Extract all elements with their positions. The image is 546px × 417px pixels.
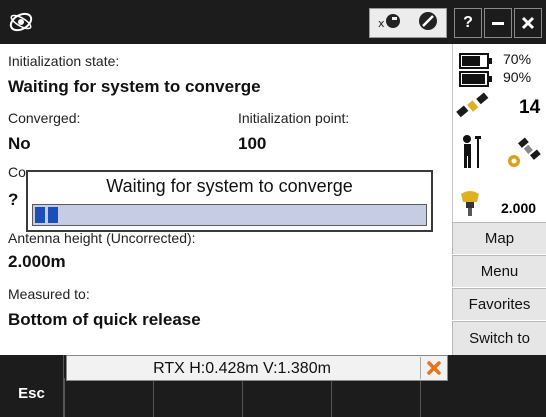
minimize-icon bbox=[492, 22, 504, 25]
minimize-button[interactable] bbox=[484, 8, 512, 38]
measured-to-label: Measured to: bbox=[8, 286, 90, 302]
rtx-satellite-icon: x bbox=[378, 11, 402, 36]
progress-segment bbox=[48, 207, 58, 223]
help-button[interactable]: ? bbox=[454, 8, 482, 38]
satellite-icon bbox=[455, 90, 491, 129]
dialog-title: Waiting for system to converge bbox=[106, 176, 353, 196]
convergence-progress-bar bbox=[32, 204, 427, 226]
map-button-label: Map bbox=[484, 230, 515, 247]
progress-fill bbox=[35, 207, 58, 223]
function-key-5[interactable] bbox=[420, 378, 452, 417]
antenna-height-readout: 2.000 bbox=[501, 200, 537, 216]
rtx-precision-text: RTX H:0.428m V:1.380m bbox=[153, 360, 331, 377]
init-state-value: Waiting for system to converge bbox=[8, 77, 261, 96]
function-key-2[interactable] bbox=[153, 378, 242, 417]
close-icon bbox=[521, 16, 535, 30]
rover-satellite-icon bbox=[503, 136, 541, 175]
battery-1-percent: 70% bbox=[503, 51, 532, 67]
function-key-3[interactable] bbox=[242, 378, 331, 417]
function-key-1[interactable] bbox=[64, 378, 153, 417]
no-entry-icon bbox=[417, 10, 439, 37]
battery-2-percent: 90% bbox=[503, 69, 532, 85]
gnss-antenna-icon bbox=[459, 190, 481, 223]
converged-value: No bbox=[8, 134, 31, 153]
init-state-label: Initialization state: bbox=[8, 53, 120, 69]
title-bar: x ? bbox=[0, 0, 546, 44]
battery-1-icon bbox=[459, 52, 493, 70]
hidden-label-fragment: Co bbox=[8, 164, 26, 180]
close-button[interactable] bbox=[514, 8, 542, 38]
rtx-close-button[interactable] bbox=[420, 357, 446, 379]
satellite-count: 14 bbox=[519, 97, 541, 118]
esc-button[interactable]: Esc bbox=[0, 355, 64, 417]
progress-segment bbox=[35, 207, 45, 223]
antenna-height-label: Antenna height (Uncorrected): bbox=[8, 230, 196, 246]
close-x-icon bbox=[426, 361, 441, 375]
trimble-globe-icon[interactable] bbox=[6, 7, 36, 37]
init-point-label: Initialization point: bbox=[238, 110, 350, 126]
switch-to-button-label: Switch to bbox=[469, 330, 530, 347]
menu-button-label: Menu bbox=[480, 263, 519, 280]
hidden-value-fragment: ? bbox=[8, 190, 19, 209]
rtx-status-bar: RTX H:0.428m V:1.380m bbox=[66, 355, 448, 381]
battery-2-icon bbox=[459, 70, 493, 88]
status-panel[interactable]: 70% 90% 14 2.000 bbox=[452, 44, 546, 222]
menu-button[interactable]: Menu bbox=[452, 255, 546, 287]
favorites-button[interactable]: Favorites bbox=[452, 288, 546, 320]
progress-dialog: Waiting for system to converge bbox=[26, 170, 433, 232]
antenna-height-value: 2.000m bbox=[8, 252, 66, 271]
status-indicators[interactable]: x bbox=[369, 8, 447, 38]
init-point-value: 100 bbox=[238, 134, 267, 153]
switch-to-button[interactable]: Switch to bbox=[452, 321, 546, 355]
function-key-4[interactable] bbox=[331, 378, 420, 417]
svg-text:x: x bbox=[378, 17, 385, 30]
surveyor-pole-icon bbox=[459, 134, 489, 175]
measured-to-value: Bottom of quick release bbox=[8, 310, 201, 329]
map-button[interactable]: Map bbox=[452, 222, 546, 254]
converged-label: Converged: bbox=[8, 110, 81, 126]
favorites-button-label: Favorites bbox=[468, 296, 531, 313]
esc-button-label: Esc bbox=[18, 384, 45, 402]
